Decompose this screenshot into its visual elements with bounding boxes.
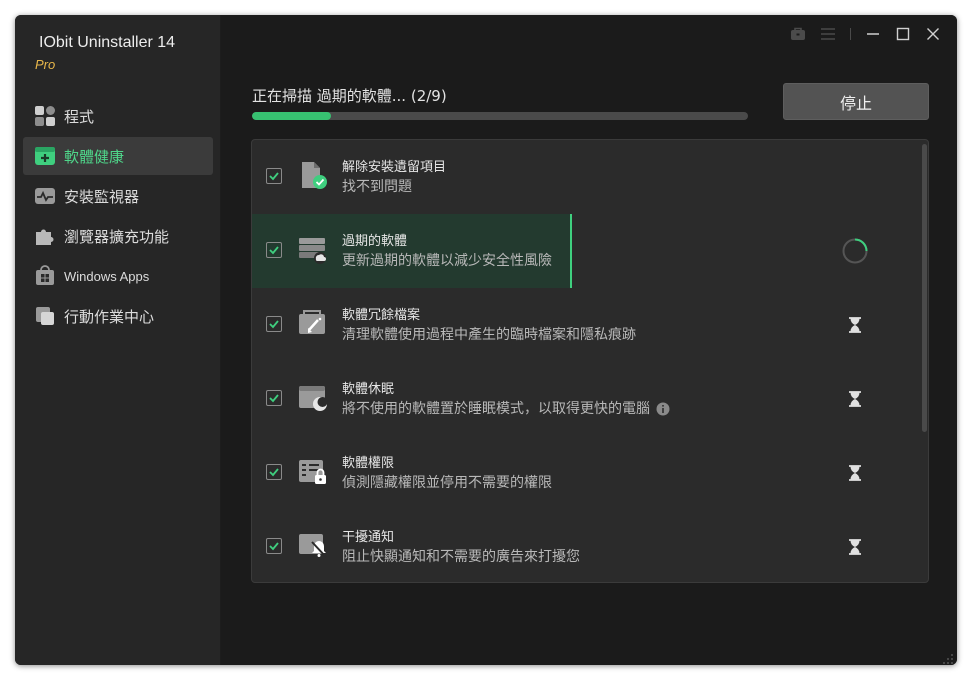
notification-icon xyxy=(296,528,330,562)
store-icon xyxy=(34,265,56,287)
app-window: IObit Uninstaller 14 Pro 程式 軟體健康 安裝監視器 瀏… xyxy=(15,15,957,665)
stop-button[interactable]: 停止 xyxy=(783,83,929,120)
loading-spinner-icon xyxy=(842,238,868,264)
sidebar-nav: 程式 軟體健康 安裝監視器 瀏覽器擴充功能 Windows Apps 行動作業中… xyxy=(23,97,213,337)
item-checkbox[interactable] xyxy=(266,168,282,184)
sidebar-item-programs[interactable]: 程式 xyxy=(23,97,213,135)
item-title: 軟體權限 xyxy=(342,456,395,471)
permission-icon xyxy=(296,454,330,488)
item-description: 將不使用的軟體置於睡眠模式，以取得更快的電腦 xyxy=(342,398,670,418)
junk-files-icon xyxy=(296,306,330,340)
item-title: 軟體休眠 xyxy=(342,382,395,397)
item-title: 過期的軟體 xyxy=(342,234,408,249)
grid-icon xyxy=(34,105,56,127)
sidebar-item-browser-extensions[interactable]: 瀏覽器擴充功能 xyxy=(23,217,213,255)
sleep-icon xyxy=(296,380,330,414)
list-item-notifications: 干擾通知 阻止快顯通知和不需要的廣告來打擾您 xyxy=(252,510,920,582)
item-checkbox[interactable] xyxy=(266,390,282,406)
window-controls xyxy=(784,23,947,45)
hourglass-icon xyxy=(842,460,868,486)
sidebar-item-install-monitor[interactable]: 安裝監視器 xyxy=(23,177,213,215)
sidebar: IObit Uninstaller 14 Pro 程式 軟體健康 安裝監視器 瀏… xyxy=(15,15,221,665)
item-description: 偵測隱藏權限並停用不需要的權限 xyxy=(342,475,552,491)
item-checkbox[interactable] xyxy=(266,538,282,554)
sidebar-item-label: 程式 xyxy=(64,107,95,126)
action-center-icon xyxy=(34,305,56,327)
item-description: 更新過期的軟體以減少安全性風險 xyxy=(342,253,552,269)
list-scrollbar[interactable] xyxy=(920,140,928,582)
hourglass-icon xyxy=(842,312,868,338)
menu-icon[interactable] xyxy=(814,23,842,45)
leftover-icon xyxy=(296,158,330,192)
puzzle-icon xyxy=(34,225,56,247)
app-title: IObit Uninstaller 14 xyxy=(39,34,176,51)
item-description: 找不到問題 xyxy=(342,179,412,195)
item-checkbox[interactable] xyxy=(266,464,282,480)
outdated-software-icon xyxy=(296,232,330,266)
toolbox-icon[interactable] xyxy=(784,23,812,45)
list-scroll-thumb[interactable] xyxy=(922,144,927,432)
list-item-outdated-software: 過期的軟體 更新過期的軟體以減少安全性風險 xyxy=(252,214,572,288)
sidebar-item-windows-apps[interactable]: Windows Apps xyxy=(23,257,213,295)
sidebar-item-label: 軟體健康 xyxy=(64,147,125,166)
scan-progress-fill xyxy=(252,112,332,120)
item-description-text: 將不使用的軟體置於睡眠模式，以取得更快的電腦 xyxy=(342,401,650,417)
info-icon[interactable] xyxy=(656,402,670,416)
item-description: 清理軟體使用過程中產生的臨時檔案和隱私痕跡 xyxy=(342,327,636,343)
sidebar-item-label: Windows Apps xyxy=(64,268,150,284)
monitor-icon xyxy=(34,185,56,207)
minimize-icon[interactable] xyxy=(859,23,887,45)
list-item-software-permissions: 軟體權限 偵測隱藏權限並停用不需要的權限 xyxy=(252,436,920,510)
sidebar-item-label: 安裝監視器 xyxy=(64,187,140,206)
resize-grip-icon[interactable] xyxy=(942,650,954,664)
hourglass-icon xyxy=(842,534,868,560)
hourglass-icon xyxy=(842,386,868,412)
controls-divider xyxy=(850,28,851,40)
item-description: 阻止快顯通知和不需要的廣告來打擾您 xyxy=(342,549,580,565)
sidebar-item-action-center[interactable]: 行動作業中心 xyxy=(23,297,213,335)
item-title: 干擾通知 xyxy=(342,530,395,545)
app-edition: Pro xyxy=(35,57,56,72)
scan-progress-bar xyxy=(252,112,748,120)
item-title: 解除安裝遺留項目 xyxy=(342,160,447,175)
scan-item-list: 解除安裝遺留項目 找不到問題 過期的軟體 更新過期的軟體以減少安全性風險 軟體冗… xyxy=(251,139,929,583)
health-icon xyxy=(34,145,56,167)
scan-status: 正在掃描 過期的軟體... (2/9) xyxy=(252,87,447,105)
sidebar-item-software-health[interactable]: 軟體健康 xyxy=(23,137,213,175)
item-checkbox[interactable] xyxy=(266,242,282,258)
close-icon[interactable] xyxy=(919,23,947,45)
sidebar-item-label: 行動作業中心 xyxy=(64,307,155,326)
sidebar-item-label: 瀏覽器擴充功能 xyxy=(64,227,170,246)
item-checkbox[interactable] xyxy=(266,316,282,332)
list-item-leftovers: 解除安裝遺留項目 找不到問題 xyxy=(252,140,920,214)
list-item-junk-files: 軟體冗餘檔案 清理軟體使用過程中產生的臨時檔案和隱私痕跡 xyxy=(252,288,920,362)
list-item-software-sleep: 軟體休眠 將不使用的軟體置於睡眠模式，以取得更快的電腦 xyxy=(252,362,920,436)
maximize-icon[interactable] xyxy=(889,23,917,45)
main-panel: 正在掃描 過期的軟體... (2/9) 停止 解除安裝遺留項目 找不到問題 過期… xyxy=(221,15,957,665)
item-title: 軟體冗餘檔案 xyxy=(342,308,421,323)
